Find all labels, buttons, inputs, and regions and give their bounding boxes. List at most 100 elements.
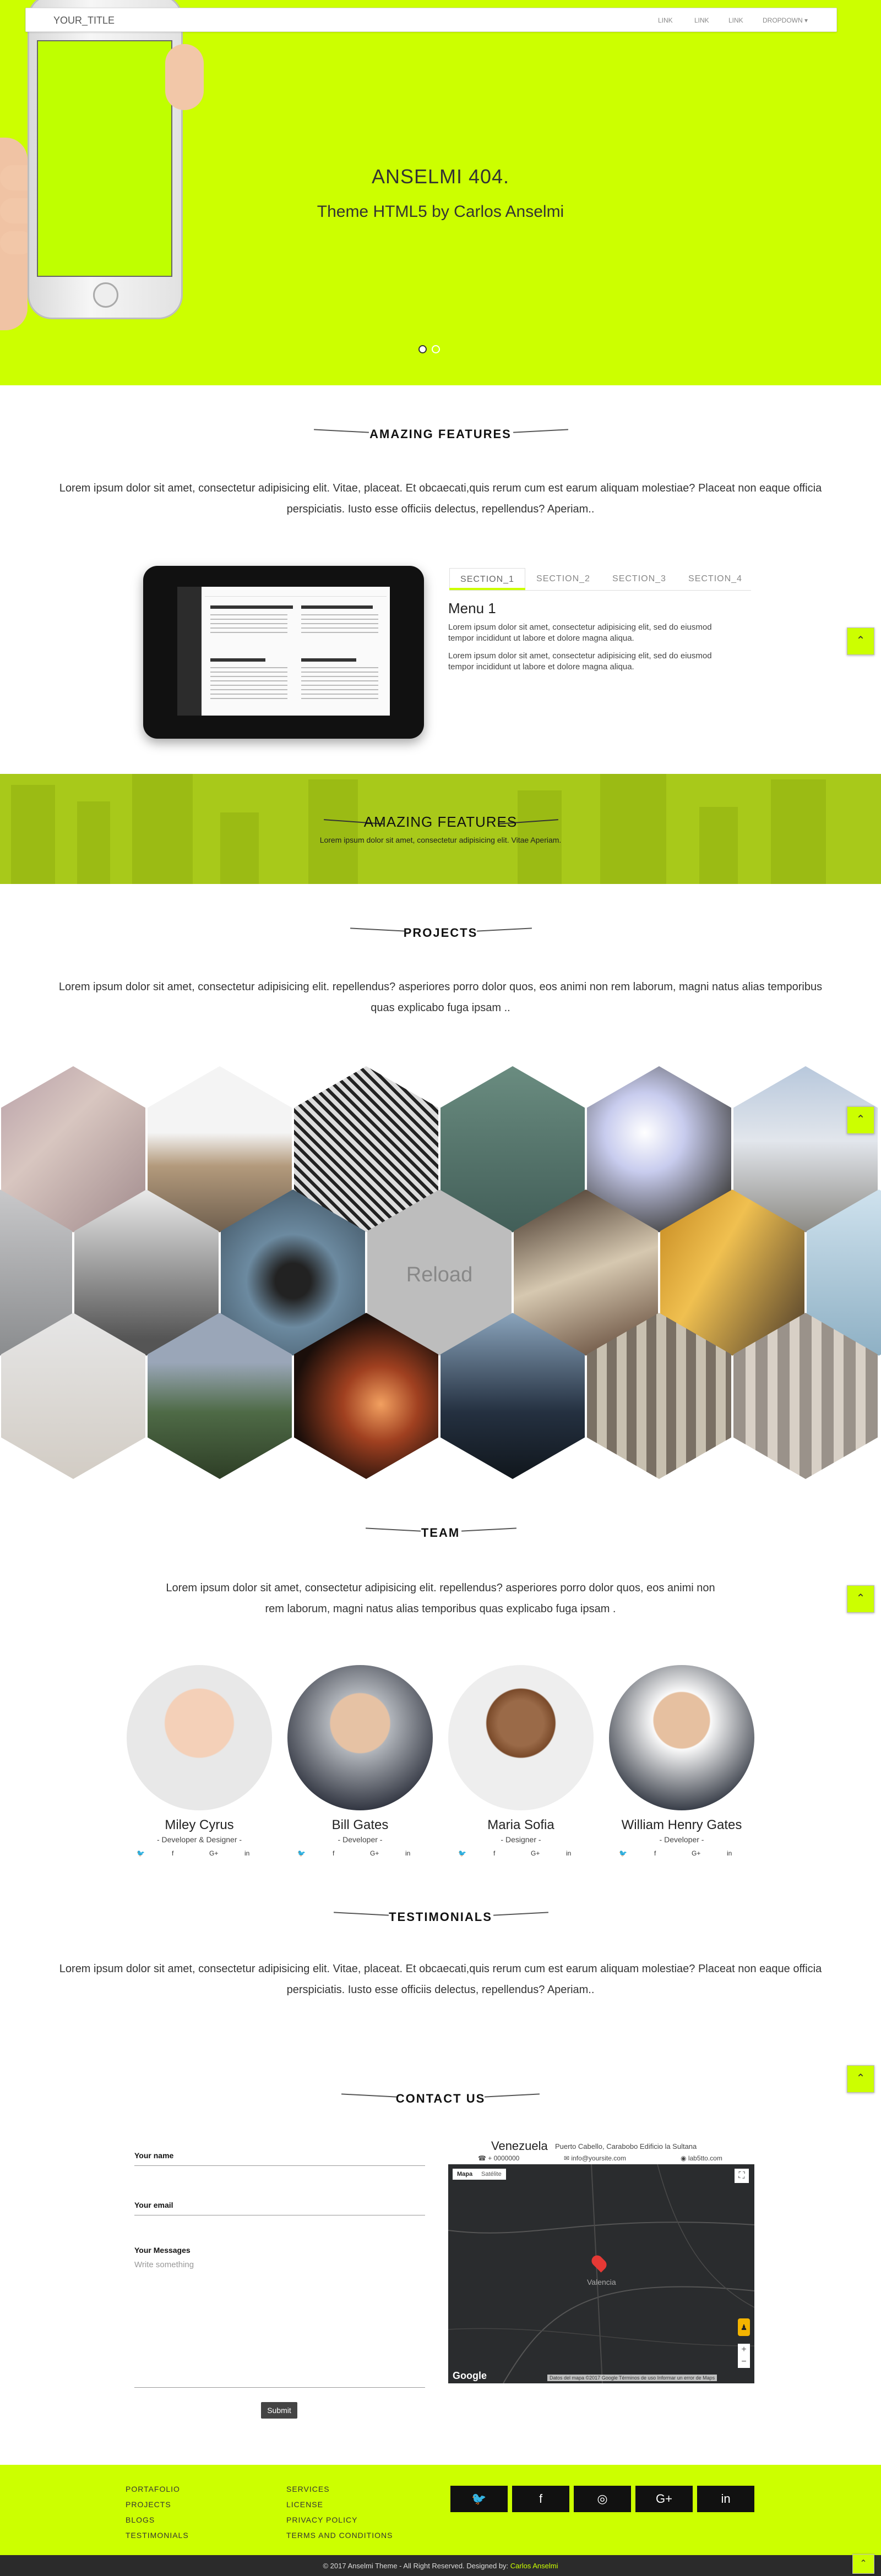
zoom-controls[interactable]: + − xyxy=(738,2344,750,2368)
member-role: - Designer - xyxy=(501,1835,541,1844)
submit-button[interactable]: Submit xyxy=(261,2402,297,2419)
tablet-screen xyxy=(177,587,390,716)
contact-address: Puerto Cabello, Carabobo Edificio la Sul… xyxy=(555,2142,697,2151)
facebook-icon[interactable]: f xyxy=(493,1849,495,1857)
projects-title: PROJECTS xyxy=(403,926,478,940)
menu-text: Lorem ipsum dolor sit amet, consectetur … xyxy=(448,651,712,672)
contact-email[interactable]: ✉ info@yoursite.com xyxy=(564,2154,626,2162)
features-text-line: perspiciatis. Iusto esse officiis delect… xyxy=(286,503,595,515)
tab-section-4[interactable]: SECTION_4 xyxy=(677,568,753,590)
tab-section-2[interactable]: SECTION_2 xyxy=(525,568,601,590)
footer-twitter-icon[interactable]: 🐦 xyxy=(450,2486,508,2512)
team-text-line: Lorem ipsum dolor sit amet, consectetur … xyxy=(166,1582,715,1594)
carousel-dot[interactable] xyxy=(432,345,440,353)
band-title: AMAZING FEATURES xyxy=(363,814,518,830)
footer-linkedin-icon[interactable]: in xyxy=(697,2486,754,2512)
nav-dropdown[interactable]: DROPDOWN ▾ xyxy=(763,17,808,24)
projects-text-line: quas explicabo fuga ipsam .. xyxy=(371,1002,510,1014)
scroll-top-button[interactable]: ⌃ xyxy=(847,627,874,655)
tab-section-3[interactable]: SECTION_3 xyxy=(601,568,677,590)
footer-link-blogs[interactable]: BLOGS xyxy=(126,2515,155,2524)
carousel-dot-active[interactable] xyxy=(418,345,427,353)
twitter-icon[interactable]: 🐦 xyxy=(619,1849,627,1857)
member-role: - Developer & Designer - xyxy=(156,1835,242,1844)
scroll-top-button[interactable]: ⌃ xyxy=(847,1585,874,1613)
message-textarea[interactable]: Write something xyxy=(134,2257,425,2388)
footer-facebook-icon[interactable]: f xyxy=(512,2486,569,2512)
phone-mockup-image xyxy=(28,0,183,319)
member-photo xyxy=(448,1665,594,1810)
phone-value: + 0000000 xyxy=(488,2154,520,2162)
nav-link-3[interactable]: LINK xyxy=(728,17,743,24)
team-text-line: rem laborum, magni natus alias temporibu… xyxy=(265,1603,616,1615)
features-title: AMAZING FEATURES xyxy=(369,427,512,441)
tab-section-1[interactable]: SECTION_1 xyxy=(449,568,525,590)
tablet-text xyxy=(210,667,287,700)
google-map[interactable]: Mapa Satélite ⛶ Valencia ♟ + − Google Dat… xyxy=(448,2164,754,2383)
footer-link-privacy[interactable]: PRIVACY POLICY xyxy=(286,2515,357,2524)
linkedin-icon[interactable]: in xyxy=(727,1849,732,1857)
linkedin-icon[interactable]: in xyxy=(244,1849,249,1857)
tablet-text xyxy=(210,614,287,636)
site-value[interactable]: lab5tto.com xyxy=(688,2154,722,2162)
message-placeholder: Write something xyxy=(134,2260,194,2269)
nav-link-1[interactable]: LINK xyxy=(658,17,673,24)
scroll-top-button[interactable]: ⌃ xyxy=(852,2554,874,2574)
scroll-top-button[interactable]: ⌃ xyxy=(847,2065,874,2093)
street-view-icon[interactable]: ♟ xyxy=(738,2318,750,2336)
tab-divider xyxy=(449,590,751,591)
twitter-icon[interactable]: 🐦 xyxy=(458,1849,466,1857)
footer-link-services[interactable]: SERVICES xyxy=(286,2485,330,2493)
google-plus-icon[interactable]: G+ xyxy=(531,1849,540,1857)
mail-icon: ✉ xyxy=(564,2154,572,2162)
footer-link-license[interactable]: LICENSE xyxy=(286,2500,323,2509)
contact-site[interactable]: ◉ lab5tto.com xyxy=(681,2154,722,2162)
map-tab-satellite[interactable]: Satélite xyxy=(477,2169,506,2180)
phone-home-button xyxy=(93,282,118,308)
member-name: Miley Cyrus xyxy=(165,1818,234,1832)
testimonials-text-line: Lorem ipsum dolor sit amet, consectetur … xyxy=(59,1963,822,1975)
google-plus-icon[interactable]: G+ xyxy=(370,1849,379,1857)
footer-instagram-icon[interactable]: ◎ xyxy=(574,2486,631,2512)
menu-text: Lorem ipsum dolor sit amet, consectetur … xyxy=(448,623,712,643)
facebook-icon[interactable]: f xyxy=(333,1849,334,1857)
testimonials-text: Lorem ipsum dolor sit amet, consectetur … xyxy=(22,1958,859,2000)
google-plus-icon[interactable]: G+ xyxy=(209,1849,218,1857)
copyright-label: © 2017 Anselmi Theme - All Right Reserve… xyxy=(323,2562,509,2570)
menu-title: Menu 1 xyxy=(448,600,496,616)
tablet-text xyxy=(301,658,356,662)
contact-city: Venezuela xyxy=(491,2139,548,2153)
footer-link-portafolio[interactable]: PORTAFOLIO xyxy=(126,2485,180,2493)
testimonials-text-line: perspiciatis. Iusto esse officiis delect… xyxy=(286,1984,595,1996)
footer-google-plus-icon[interactable]: G+ xyxy=(635,2486,693,2512)
building-image xyxy=(771,779,826,884)
brand-title[interactable]: YOUR_TITLE xyxy=(53,15,115,26)
twitter-icon[interactable]: 🐦 xyxy=(137,1849,145,1857)
email-value[interactable]: info@yoursite.com xyxy=(571,2154,626,2162)
footer-link-terms[interactable]: TERMS AND CONDITIONS xyxy=(286,2531,393,2540)
fullscreen-icon[interactable]: ⛶ xyxy=(735,2169,749,2183)
reload-label[interactable]: Reload xyxy=(367,1263,512,1287)
facebook-icon[interactable]: f xyxy=(654,1849,656,1857)
name-field[interactable] xyxy=(134,2165,425,2166)
google-plus-icon[interactable]: G+ xyxy=(692,1849,700,1857)
footer-link-projects[interactable]: PROJECTS xyxy=(126,2500,171,2509)
team-text: Lorem ipsum dolor sit amet, consectetur … xyxy=(110,1578,771,1619)
member-name: Maria Sofia xyxy=(487,1818,554,1832)
member-name: William Henry Gates xyxy=(621,1818,742,1832)
twitter-icon[interactable]: 🐦 xyxy=(297,1849,306,1857)
facebook-icon[interactable]: f xyxy=(172,1849,173,1857)
scroll-top-button[interactable]: ⌃ xyxy=(847,1106,874,1134)
linkedin-icon[interactable]: in xyxy=(566,1849,571,1857)
designer-link[interactable]: Carlos Anselmi xyxy=(510,2562,558,2570)
member-role: - Developer - xyxy=(338,1835,383,1844)
tablet-text xyxy=(301,614,378,636)
tablet-header xyxy=(205,590,387,597)
linkedin-icon[interactable]: in xyxy=(405,1849,410,1857)
member-role: - Developer - xyxy=(659,1835,704,1844)
building-image xyxy=(308,779,358,884)
map-tab-map[interactable]: Mapa xyxy=(453,2169,477,2180)
footer-link-testimonials[interactable]: TESTIMONIALS xyxy=(126,2531,189,2540)
projects-text-line: Lorem ipsum dolor sit amet, consectetur … xyxy=(58,981,823,993)
nav-link-2[interactable]: LINK xyxy=(694,17,709,24)
